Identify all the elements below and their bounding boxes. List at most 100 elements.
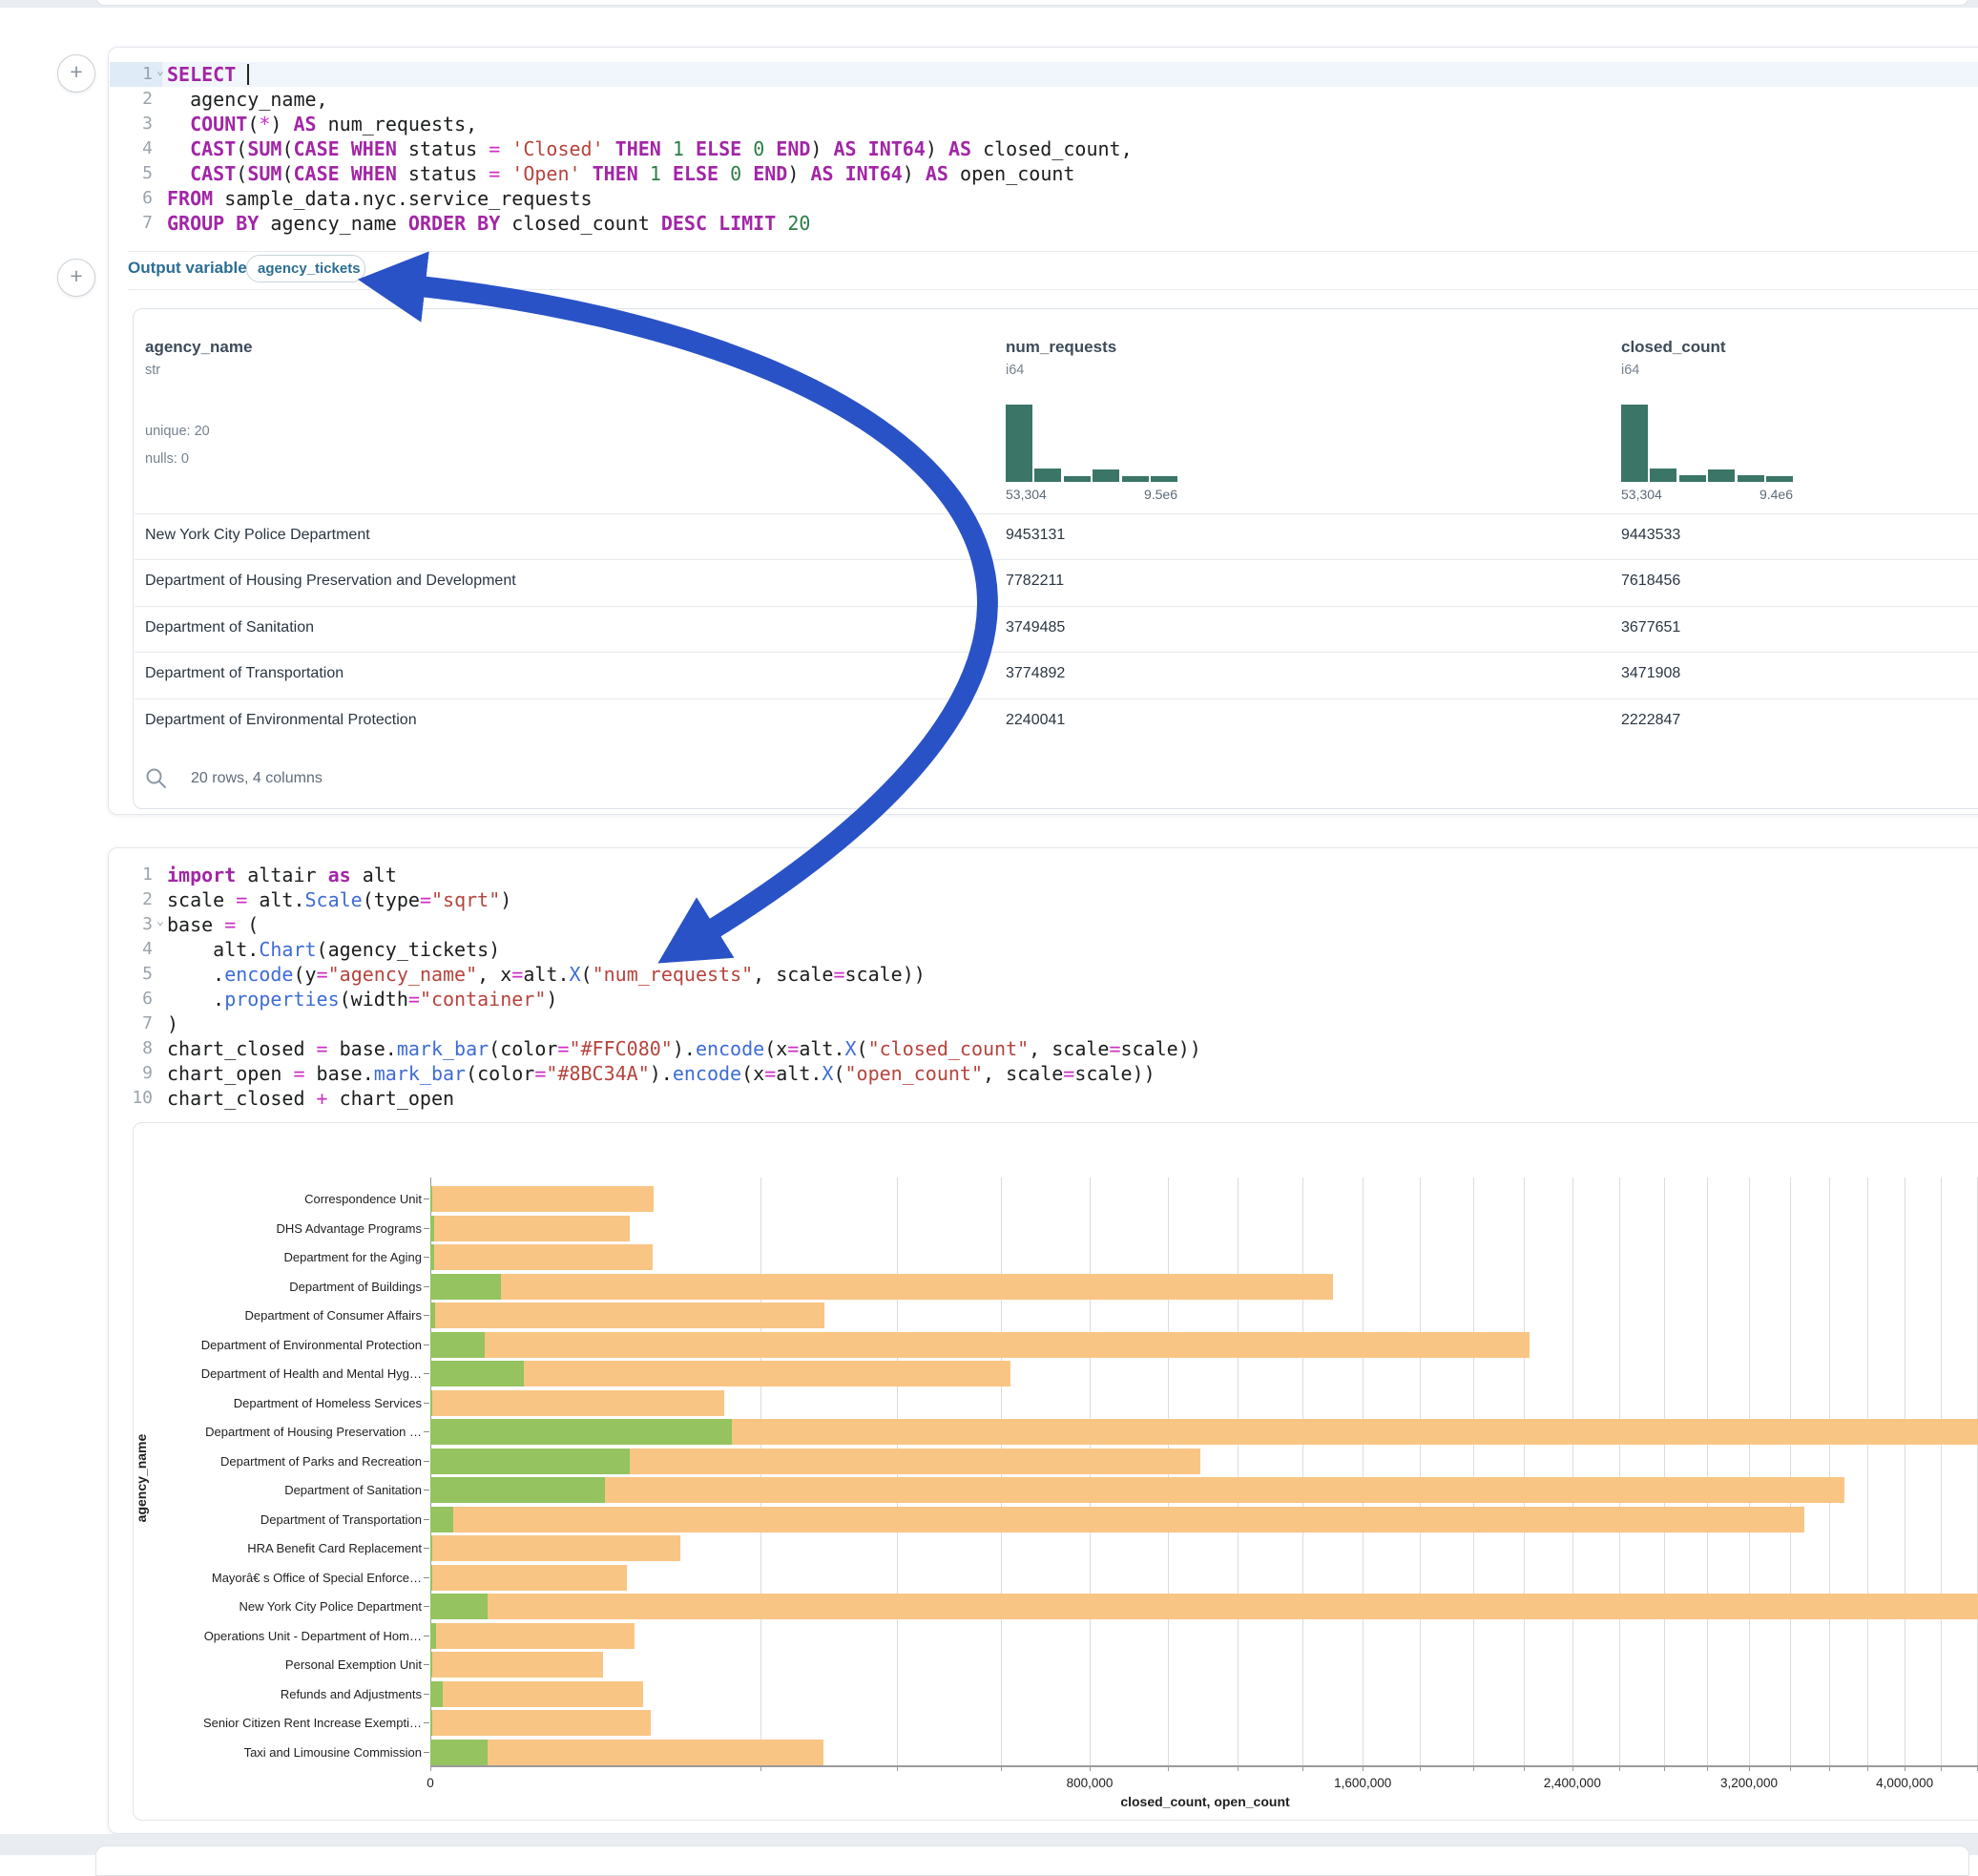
code-line[interactable]: 4 CAST(SUM(CASE WHEN status = 'Closed' T… xyxy=(109,136,1978,161)
x-axis-tick xyxy=(1420,1765,1421,1771)
open-count-bar xyxy=(430,1274,501,1300)
code-line[interactable]: 6 .properties(width="container") xyxy=(109,987,1978,1011)
code-line[interactable]: 1import altair as alt xyxy=(109,863,1978,887)
code-text: COUNT(*) AS num_requests, xyxy=(167,112,477,136)
code-line[interactable]: 2 agency_name, xyxy=(109,87,1978,112)
code-line[interactable]: 7) xyxy=(109,1011,1978,1036)
sql-code-editor[interactable]: 1⌄SELECT 2 agency_name,3 COUNT(*) AS num… xyxy=(109,62,1978,243)
code-line[interactable]: 6FROM sample_data.nyc.service_requests xyxy=(109,186,1978,211)
code-text: CAST(SUM(CASE WHEN status = 'Closed' THE… xyxy=(167,136,1133,161)
histogram-bar xyxy=(1151,476,1177,482)
y-axis-tick xyxy=(424,1694,429,1695)
output-variable-label: Output variable: xyxy=(128,259,252,278)
x-axis-tick xyxy=(1168,1765,1169,1771)
x-axis-tick xyxy=(1707,1765,1708,1771)
gridline xyxy=(1302,1178,1303,1765)
fold-chevron-icon[interactable]: ⌄ xyxy=(156,59,164,84)
table-cell: New York City Police Department xyxy=(145,527,370,544)
open-count-bar xyxy=(430,1332,485,1358)
code-line[interactable]: 5 CAST(SUM(CASE WHEN status = 'Open' THE… xyxy=(109,161,1978,186)
column-header-name[interactable]: num_requests xyxy=(1006,338,1116,357)
table-cell: Department of Environmental Protection xyxy=(145,712,417,729)
code-text: chart_open = base.mark_bar(color="#8BC34… xyxy=(167,1061,1156,1086)
table-row: Department of Environmental Protection22… xyxy=(134,698,1978,744)
table-cell: Department of Sanitation xyxy=(145,619,314,636)
column-header-name[interactable]: closed_count xyxy=(1621,338,1726,357)
x-axis-tick xyxy=(1977,1765,1978,1771)
x-axis-tick xyxy=(1941,1765,1942,1771)
closed-count-bar xyxy=(430,1594,1978,1619)
open-count-bar xyxy=(430,1303,435,1328)
y-axis-label: Senior Citizen Rent Increase Exempti… xyxy=(145,1716,422,1730)
code-line[interactable]: 7GROUP BY agency_name ORDER BY closed_co… xyxy=(109,211,1978,236)
code-line[interactable]: 3⌄base = ( xyxy=(109,912,1978,937)
column-histogram xyxy=(1621,405,1793,482)
open-count-bar xyxy=(430,1244,434,1270)
x-axis-tick xyxy=(760,1765,761,1771)
code-line[interactable]: 8chart_closed = base.mark_bar(color="#FF… xyxy=(109,1036,1978,1061)
code-line[interactable]: 9 chart_open = base.mark_bar(color="#8BC3… xyxy=(109,1061,1978,1086)
y-axis-tick xyxy=(424,1461,429,1462)
x-axis-tick xyxy=(1302,1765,1303,1771)
y-axis-tick xyxy=(424,1431,429,1432)
column-histogram xyxy=(1006,405,1177,482)
histogram-bar xyxy=(1708,469,1735,482)
y-axis-tick xyxy=(424,1548,429,1549)
closed-count-bar xyxy=(430,1332,1530,1358)
closed-count-bar xyxy=(430,1623,635,1649)
y-axis-label: Refunds and Adjustments xyxy=(145,1687,422,1701)
add-cell-button-top[interactable]: + xyxy=(57,54,95,93)
python-code-editor[interactable]: 1import altair as alt2scale = alt.Scale(… xyxy=(109,863,1978,1113)
line-number: 2 xyxy=(109,887,153,912)
x-axis-tick-label: 4,000,000 xyxy=(1876,1776,1933,1790)
code-line[interactable]: 2scale = alt.Scale(type="sqrt") xyxy=(109,887,1978,912)
table-cell: 9453131 xyxy=(1006,527,1065,544)
x-axis-tick xyxy=(1749,1765,1750,1771)
y-axis-tick xyxy=(424,1664,429,1665)
x-axis-tick xyxy=(897,1765,898,1771)
gridline xyxy=(1363,1178,1364,1765)
open-count-bar xyxy=(430,1710,432,1736)
search-icon[interactable] xyxy=(145,767,168,795)
open-count-bar xyxy=(430,1535,432,1561)
column-type: i64 xyxy=(1621,363,1639,378)
code-line[interactable]: 10chart_closed + chart_open xyxy=(109,1086,1978,1111)
row-divider xyxy=(135,652,1978,653)
y-axis-tick xyxy=(424,1752,429,1753)
code-text: FROM sample_data.nyc.service_requests xyxy=(167,186,593,211)
y-axis-label: Department for the Aging xyxy=(145,1250,422,1264)
code-line[interactable]: 5 .encode(y="agency_name", x=alt.X("num_… xyxy=(109,962,1978,987)
y-axis-label: Department of Health and Mental Hyg… xyxy=(145,1366,422,1381)
column-stat: unique: 20 xyxy=(145,424,210,439)
open-count-bar xyxy=(430,1390,432,1416)
closed-count-bar xyxy=(430,1652,603,1678)
histogram-bar xyxy=(1122,476,1149,482)
code-line[interactable]: 1⌄SELECT xyxy=(109,62,1978,87)
row-divider xyxy=(135,698,1978,699)
open-count-bar xyxy=(430,1565,432,1591)
closed-count-bar xyxy=(430,1186,654,1212)
closed-count-bar xyxy=(430,1303,824,1328)
chart-x-axis-title: closed_count, open_count xyxy=(430,1794,1978,1809)
x-axis-tick-label: 800,000 xyxy=(1067,1776,1114,1790)
line-number: 9 xyxy=(109,1061,153,1086)
x-axis-tick-label: 1,600,000 xyxy=(1334,1776,1391,1790)
y-axis-label: HRA Benefit Card Replacement xyxy=(145,1541,422,1555)
fold-chevron-icon[interactable]: ⌄ xyxy=(156,909,164,934)
table-row: Department of Housing Preservation and D… xyxy=(134,559,1978,605)
x-axis-tick xyxy=(430,1765,431,1771)
output-variable-chip[interactable]: agency_tickets xyxy=(246,255,365,282)
code-text: import altair as alt xyxy=(167,863,397,887)
table-cell: 7618456 xyxy=(1621,573,1680,590)
add-cell-button-middle[interactable]: + xyxy=(57,259,95,297)
sql-cell: 1⌄SELECT 2 agency_name,3 COUNT(*) AS num… xyxy=(108,47,1978,815)
histogram-bar xyxy=(1064,476,1091,482)
code-text: base = ( xyxy=(167,912,259,937)
code-line[interactable]: 3 COUNT(*) AS num_requests, xyxy=(109,112,1978,136)
column-header-name[interactable]: agency_name xyxy=(145,338,252,357)
line-number: 4 xyxy=(109,136,153,161)
column-type: i64 xyxy=(1006,363,1024,378)
histogram-bar xyxy=(1766,476,1793,482)
code-line[interactable]: 4 alt.Chart(agency_tickets) xyxy=(109,937,1978,962)
line-number: 3 xyxy=(109,112,153,136)
